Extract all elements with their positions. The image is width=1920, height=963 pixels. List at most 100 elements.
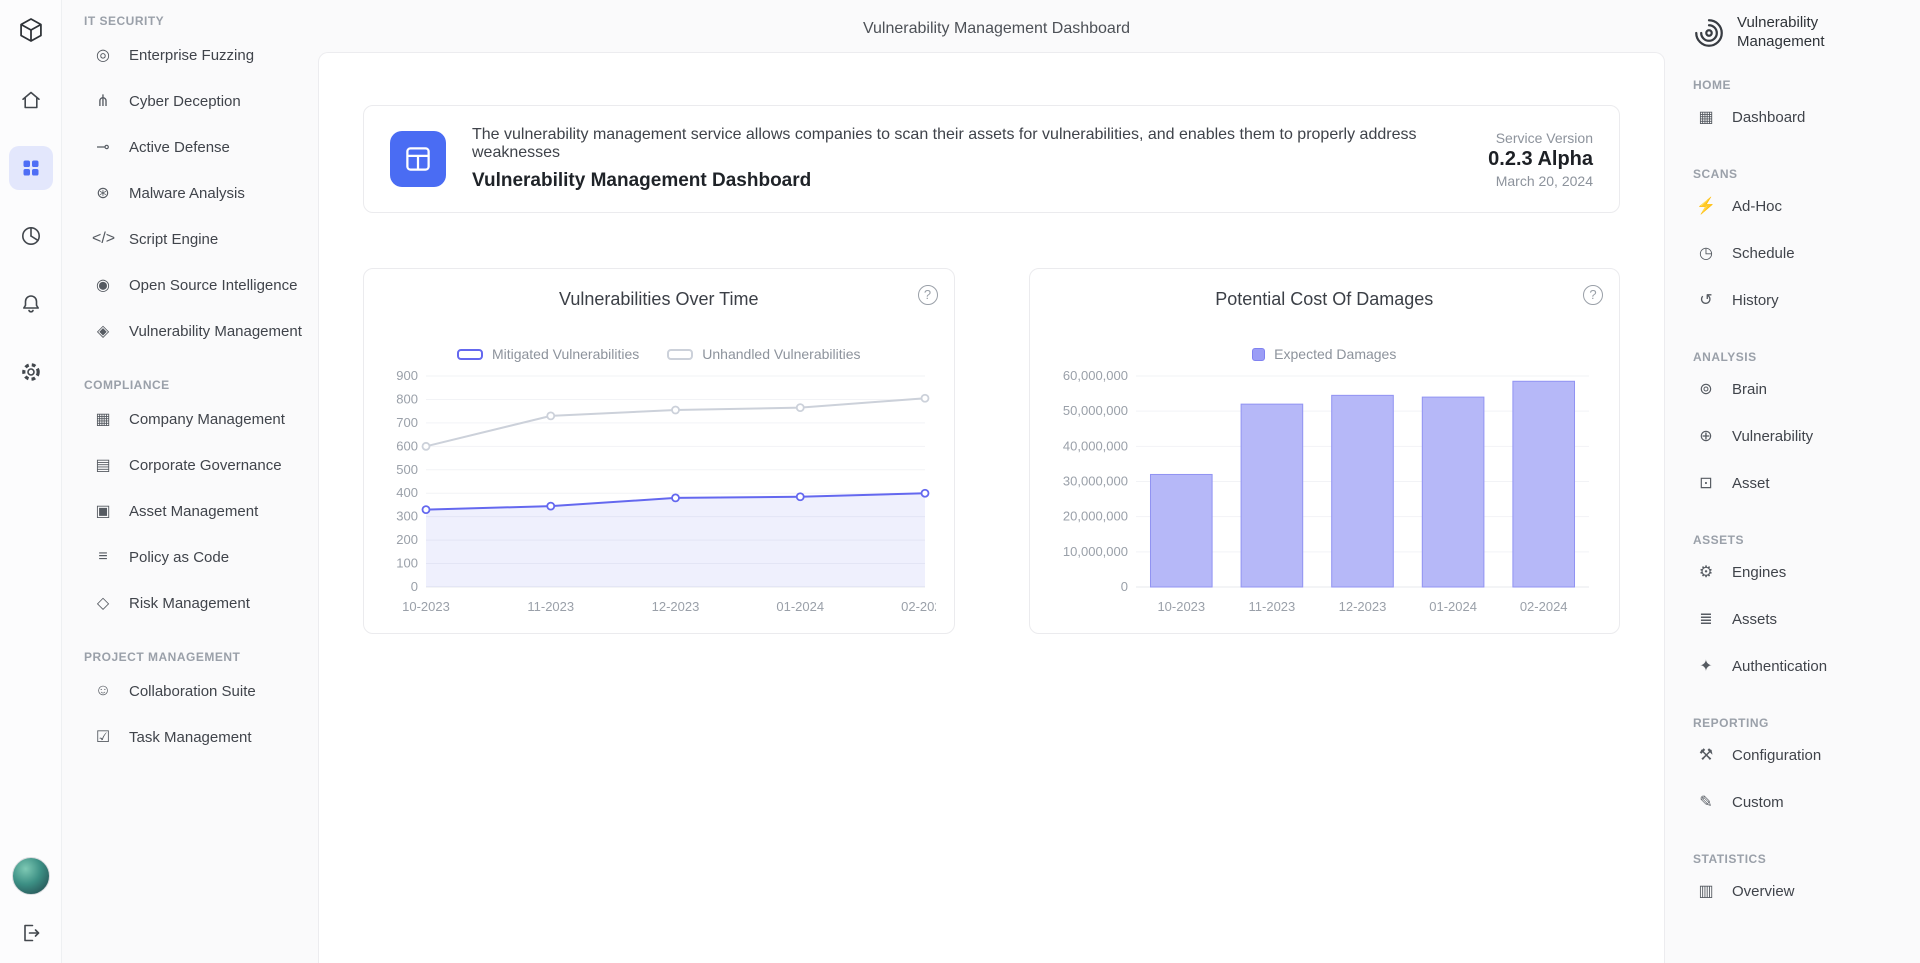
svg-text:10,000,000: 10,000,000 [1062,544,1127,559]
nav-item-label: Corporate Governance [129,457,282,474]
dashboard-icon: ▦ [1695,107,1717,127]
section-label-analysis: ANALYSIS [1691,350,1906,364]
svg-text:900: 900 [396,368,418,383]
nav-item-label: Policy as Code [129,549,229,566]
vulnerability-management-icon: ◈ [92,321,114,341]
right-sidebar-item-dashboard[interactable]: ▦ Dashboard [1691,94,1906,141]
section-label-scans: SCANS [1691,167,1906,181]
svg-text:0: 0 [411,579,418,594]
sidebar-item-risk-management[interactable]: ◇Risk Management [62,580,318,626]
help-icon[interactable]: ? [918,285,938,305]
svg-text:50,000,000: 50,000,000 [1062,403,1127,418]
nav-item-label: Ad-Hoc [1732,198,1782,215]
legend-item-unhandled-vulnerabilities[interactable]: Unhandled Vulnerabilities [667,346,860,362]
nav-item-label: Configuration [1732,747,1821,764]
service-title: Vulnerability Management Dashboard [472,170,1462,192]
nav-item-label: Company Management [129,411,285,428]
sidebar-item-vulnerability-management[interactable]: ◈Vulnerability Management [62,308,318,354]
help-icon[interactable]: ? [1583,285,1603,305]
right-sidebar-item-configuration[interactable]: ⚒ Configuration [1691,732,1906,779]
nav-item-label: Cyber Deception [129,93,241,110]
custom-icon: ✎ [1695,792,1717,812]
right-sidebar-item-history[interactable]: ↺History [1691,277,1906,324]
legend-swatch [667,349,693,360]
sidebar-item-collaboration-suite[interactable]: ☺Collaboration Suite [62,668,318,714]
task-management-icon: ☑ [92,727,114,747]
brand: Vulnerability Management [1691,14,1906,52]
open-source-intelligence-icon: ◉ [92,275,114,295]
sidebar-item-script-engine[interactable]: </>Script Engine [62,216,318,262]
nav-item-label: Dashboard [1732,109,1805,126]
service-info-card: The vulnerability management service all… [363,105,1620,213]
chart-title-vulnerabilities-over-time: Vulnerabilities Over Time [382,289,936,310]
svg-text:30,000,000: 30,000,000 [1062,474,1127,489]
enterprise-fuzzing-icon: ◎ [92,45,114,65]
svg-text:02-2024: 02-2024 [1519,599,1567,614]
sidebar-item-policy-as-code[interactable]: ≡Policy as Code [62,534,318,580]
section-label-assets: ASSETS [1691,533,1906,547]
dashboard-grid-icon[interactable] [9,146,53,190]
active-defense-icon: ⊸ [92,137,114,157]
right-sidebar-item-custom[interactable]: ✎Custom [1691,779,1906,826]
svg-text:01-2024: 01-2024 [776,599,824,614]
chart-card-vulnerabilities-over-time: Vulnerabilities Over Time? Mitigated Vuln… [363,268,955,634]
service-version-label: Service Version [1488,130,1593,146]
section-label-home: HOME [1691,78,1906,92]
section-label-compliance: COMPLIANCE [62,378,318,392]
nav-item-label: Asset Management [129,503,258,520]
right-sidebar-item-schedule[interactable]: ◷Schedule [1691,230,1906,277]
svg-text:10-2023: 10-2023 [1157,599,1205,614]
svg-text:300: 300 [396,509,418,524]
right-sidebar: Vulnerability Management HOME ▦ Dashboard S… [1675,0,1920,963]
right-sidebar-item-ad-hoc[interactable]: ⚡ Ad-Hoc [1691,183,1906,230]
pie-chart-icon[interactable] [9,214,53,258]
sidebar-item-malware-analysis[interactable]: ⊛Malware Analysis [62,170,318,216]
right-sidebar-item-asset[interactable]: ⊡Asset [1691,460,1906,507]
service-icon [390,131,446,187]
home-icon[interactable] [9,78,53,122]
settings-gear-icon[interactable] [9,350,53,394]
right-sidebar-item-overview[interactable]: ▥Overview [1691,868,1906,915]
sidebar-item-asset-management[interactable]: ▣Asset Management [62,488,318,534]
authentication-icon: ✦ [1695,656,1717,676]
chart-plot-vulnerabilities-over-time: 010020030040050060070080090010-202311-20… [382,366,936,621]
sidebar-item-company-management[interactable]: ▦Company Management [62,396,318,442]
service-description: The vulnerability management service all… [472,126,1462,162]
svg-text:60,000,000: 60,000,000 [1062,368,1127,383]
sidebar-item-active-defense[interactable]: ⊸Active Defense [62,124,318,170]
configuration-icon: ⚒ [1695,745,1717,765]
sidebar-item-cyber-deception[interactable]: ⋔Cyber Deception [62,78,318,124]
right-sidebar-item-brain[interactable]: ⊚Brain [1691,366,1906,413]
overview-icon: ▥ [1695,881,1717,901]
logout-icon[interactable] [9,915,53,951]
risk-management-icon: ◇ [92,593,114,613]
schedule-icon: ◷ [1695,243,1717,263]
sidebar-item-open-source-intelligence[interactable]: ◉Open Source Intelligence [62,262,318,308]
nav-item-label: History [1732,292,1779,309]
nav-item-label: Assets [1732,611,1777,628]
svg-text:100: 100 [396,556,418,571]
ad-hoc-icon: ⚡ [1695,196,1717,216]
right-sidebar-item-assets[interactable]: ≣Assets [1691,596,1906,643]
nav-item-label: Collaboration Suite [129,683,256,700]
sidebar-item-enterprise-fuzzing[interactable]: ◎Enterprise Fuzzing [62,32,318,78]
service-version-date: March 20, 2024 [1488,173,1593,189]
legend-item-mitigated-vulnerabilities[interactable]: Mitigated Vulnerabilities [457,346,639,362]
chart-legend: Expected Damages [1048,346,1602,362]
legend-swatch [457,349,483,360]
section-label-statistics: STATISTICS [1691,852,1906,866]
legend-item-expected-damages[interactable]: Expected Damages [1252,346,1396,362]
corporate-governance-icon: ▤ [92,455,114,475]
right-sidebar-item-vulnerability[interactable]: ⊕Vulnerability [1691,413,1906,460]
right-sidebar-item-authentication[interactable]: ✦Authentication [1691,643,1906,690]
app-logo-icon [9,8,53,52]
user-avatar[interactable] [12,857,50,895]
sidebar-item-task-management[interactable]: ☑Task Management [62,714,318,760]
svg-text:700: 700 [396,415,418,430]
left-icon-rail [0,0,62,963]
svg-text:500: 500 [396,462,418,477]
nav-item-label: Asset [1732,475,1770,492]
sidebar-item-corporate-governance[interactable]: ▤ Corporate Governance [62,442,318,488]
notifications-bell-icon[interactable] [9,282,53,326]
right-sidebar-item-engines[interactable]: ⚙Engines [1691,549,1906,596]
